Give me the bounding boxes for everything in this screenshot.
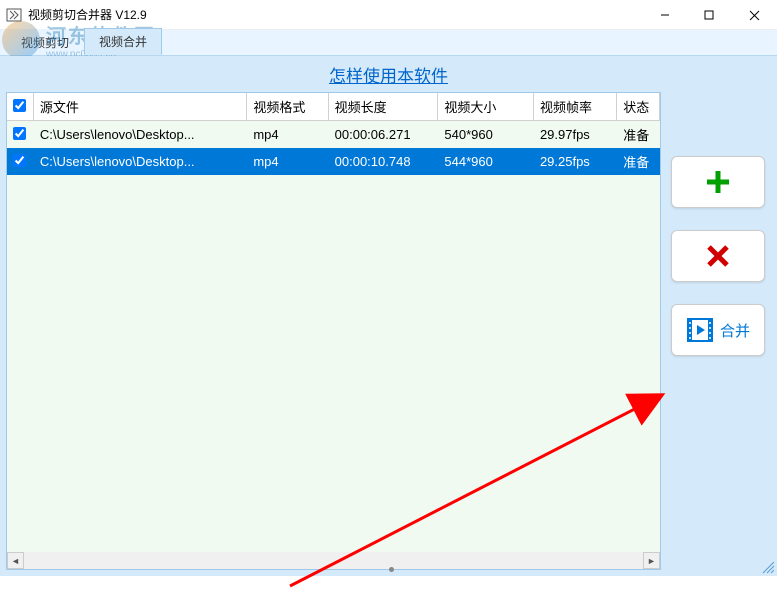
cell-duration: 00:00:06.271 — [328, 121, 438, 149]
header-fps[interactable]: 视频帧率 — [533, 93, 616, 121]
header-status[interactable]: 状态 — [617, 93, 660, 121]
header-size[interactable]: 视频大小 — [438, 93, 534, 121]
titlebar: 视频剪切合并器 V12.9 — [0, 0, 777, 30]
header-source[interactable]: 源文件 — [33, 93, 246, 121]
minimize-button[interactable] — [643, 0, 687, 30]
cell-size: 540*960 — [438, 121, 534, 149]
cell-size: 544*960 — [438, 148, 534, 175]
resize-grip[interactable] — [759, 558, 775, 574]
table-row[interactable]: C:\Users\lenovo\Desktop... mp4 00:00:10.… — [7, 148, 660, 175]
window-title: 视频剪切合并器 V12.9 — [28, 6, 643, 23]
plus-icon — [703, 167, 733, 197]
header-checkbox[interactable] — [7, 93, 33, 121]
cell-duration: 00:00:10.748 — [328, 148, 438, 175]
tab-video-merge[interactable]: 视频合并 — [84, 28, 162, 55]
tab-bar: 视频剪切 视频合并 — [0, 30, 777, 56]
header-format[interactable]: 视频格式 — [247, 93, 328, 121]
cell-format: mp4 — [247, 121, 328, 149]
add-button[interactable] — [671, 156, 765, 208]
header-duration[interactable]: 视频长度 — [328, 93, 438, 121]
cell-status: 准备 — [617, 121, 660, 149]
horizontal-scrollbar[interactable]: ◄ ► — [7, 552, 660, 569]
cell-fps: 29.25fps — [533, 148, 616, 175]
row-checkbox[interactable] — [13, 127, 26, 140]
table-header-row: 源文件 视频格式 视频长度 视频大小 视频帧率 状态 — [7, 93, 660, 121]
file-table: 源文件 视频格式 视频长度 视频大小 视频帧率 状态 C:\Users\leno… — [6, 92, 661, 570]
row-checkbox[interactable] — [13, 154, 26, 167]
scroll-left-arrow[interactable]: ◄ — [7, 552, 24, 569]
cell-format: mp4 — [247, 148, 328, 175]
tab-video-cut[interactable]: 视频剪切 — [6, 29, 84, 55]
scroll-right-arrow[interactable]: ► — [643, 552, 660, 569]
merge-button[interactable]: 合并 — [671, 304, 765, 356]
close-button[interactable] — [731, 0, 777, 30]
delete-button[interactable] — [671, 230, 765, 282]
cell-fps: 29.97fps — [533, 121, 616, 149]
cell-status: 准备 — [617, 148, 660, 175]
cell-source: C:\Users\lenovo\Desktop... — [33, 121, 246, 149]
cell-source: C:\Users\lenovo\Desktop... — [33, 148, 246, 175]
app-icon — [6, 7, 22, 23]
maximize-button[interactable] — [687, 0, 731, 30]
footer-indicator — [389, 567, 394, 572]
help-link[interactable]: 怎样使用本软件 — [329, 62, 448, 87]
merge-button-label: 合并 — [720, 320, 750, 341]
merge-icon — [686, 316, 714, 344]
delete-icon — [705, 243, 731, 269]
table-row[interactable]: C:\Users\lenovo\Desktop... mp4 00:00:06.… — [7, 121, 660, 149]
